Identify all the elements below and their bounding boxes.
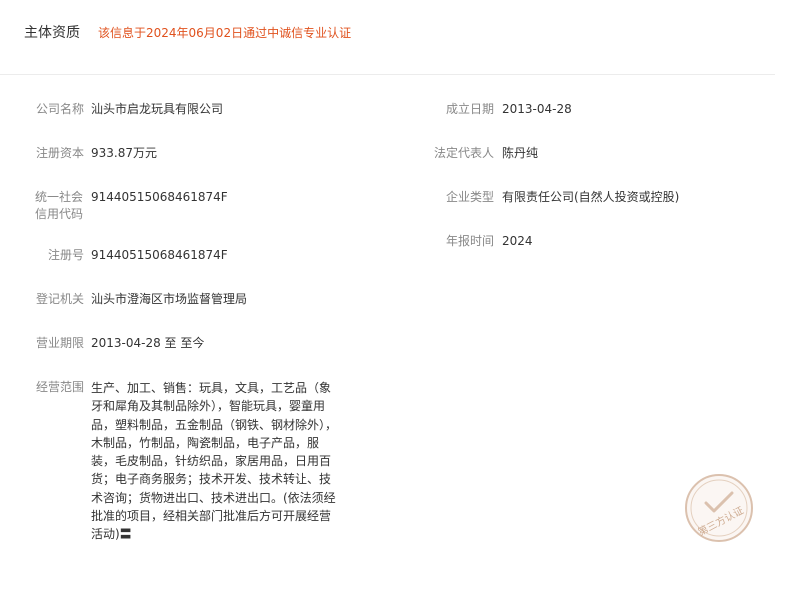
field-registration-authority: 登记机关 汕头市澄海区市场监督管理局: [0, 291, 400, 311]
value-annual-report: 2024: [502, 234, 533, 248]
label-credit-code-line2: 信用代码: [35, 207, 84, 221]
field-annual-report: 年报时间 2024: [0, 233, 775, 253]
checkmark-seal-icon: 第三方认证: [684, 473, 754, 543]
certification-notice: 该信息于2024年06月02日通过中诚信专业认证: [98, 26, 352, 40]
field-business-scope: 经营范围 生产、加工、销售：玩具，文具，工艺品（象牙和犀角及其制品除外），智能玩…: [0, 379, 400, 549]
value-legal-representative: 陈丹纯: [502, 146, 539, 160]
label-established-date: 成立日期: [445, 102, 494, 116]
label-company-type: 企业类型: [445, 190, 494, 204]
section-header: 主体资质 该信息于2024年06月02日通过中诚信专业认证: [0, 0, 775, 75]
field-established-date: 成立日期 2013-04-28: [0, 101, 775, 121]
section-title: 主体资质: [24, 25, 80, 41]
label-legal-representative: 法定代表人: [433, 146, 494, 160]
value-business-scope: 生产、加工、销售：玩具，文具，工艺品（象牙和犀角及其制品除外），智能玩具，婴童用…: [91, 381, 338, 542]
label-registration-authority: 登记机关: [35, 292, 84, 306]
value-business-term: 2013-04-28 至 至今: [91, 336, 205, 350]
field-company-type: 企业类型 有限责任公司(自然人投资或控股): [0, 189, 775, 209]
field-business-term: 营业期限 2013-04-28 至 至今: [0, 335, 400, 355]
value-company-type: 有限责任公司(自然人投资或控股): [502, 190, 680, 204]
field-legal-representative: 法定代表人 陈丹纯: [0, 145, 775, 165]
value-established-date: 2013-04-28: [502, 102, 572, 116]
label-business-scope: 经营范围: [35, 380, 84, 394]
label-annual-report: 年报时间: [445, 234, 494, 248]
value-registration-authority: 汕头市澄海区市场监督管理局: [91, 292, 248, 306]
label-business-term: 营业期限: [35, 336, 84, 350]
